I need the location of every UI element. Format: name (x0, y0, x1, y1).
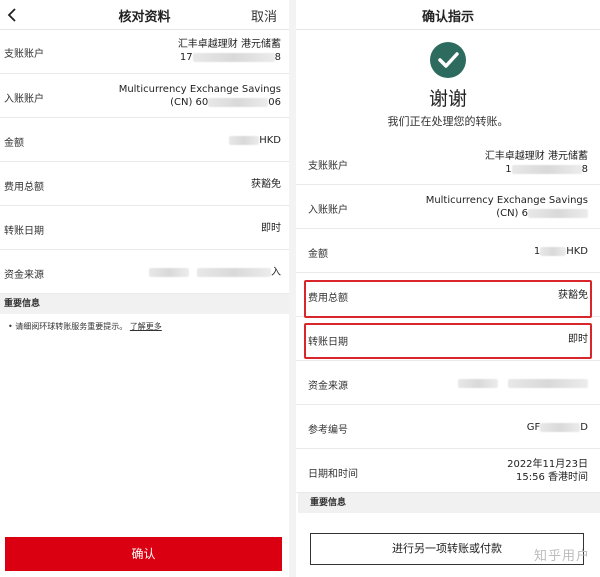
page-title: 确认指示 (421, 10, 474, 25)
top-bar: 确认指示 (296, 0, 600, 30)
credit-account-value: Multicurrency Exchange Savings (CN) 60 06 (118, 84, 281, 108)
row-label: 金额 (308, 249, 328, 260)
credit-account-value: Multicurrency Exchange Savings (CN) 6 (425, 195, 588, 219)
row-label: 支账账户 (308, 161, 348, 172)
important-info-header: 重要信息 (0, 294, 289, 314)
debit-account-value: 汇丰卓越理财 港元储蓄 17 8 (177, 39, 281, 63)
fee-value: 获豁免 (251, 179, 281, 190)
page-title: 核对资料 (118, 10, 171, 25)
masked-digits (511, 164, 582, 174)
debit-account-row: 支账账户 汇丰卓越理财 港元储蓄 18 (296, 141, 600, 185)
datetime-value: 2022年11月23日 15:56 香港时间 (507, 459, 588, 483)
masked-digits (528, 208, 588, 218)
reference-value: GF D (526, 422, 588, 433)
reference-row: 参考编号 GF D (296, 405, 600, 449)
important-info-header: 重要信息 (298, 493, 600, 513)
amount-row: 金额 HKD (0, 118, 289, 162)
row-label: 转账日期 (4, 226, 44, 237)
credit-account-row: 入账账户 Multicurrency Exchange Savings (CN)… (0, 74, 289, 118)
fee-highlight-box (304, 280, 592, 318)
masked-text (508, 378, 588, 388)
debit-account-value: 汇丰卓越理财 港元储蓄 18 (484, 151, 588, 175)
transfer-date-value: 即时 (261, 223, 281, 234)
datetime-row: 日期和时间 2022年11月23日 15:56 香港时间 (296, 449, 600, 493)
row-label: 日期和时间 (308, 469, 358, 480)
masked-amount (540, 246, 567, 256)
fund-source-row: 资金来源 (296, 361, 600, 405)
amount-value: 1 HKD (533, 246, 588, 257)
confirmation-screen: 确认指示 谢谢 我们正在处理您的转账。 支账账户 汇丰卓越理财 港元储蓄 18 … (296, 0, 600, 577)
fund-source-row: 资金来源 入 (0, 250, 289, 294)
amount-value: HKD (229, 134, 281, 147)
review-details-screen: 核对资料 取消 支账账户 汇丰卓越理财 港元储蓄 17 8 入账账户 Multic… (0, 0, 289, 577)
fund-source-value (458, 377, 588, 390)
panel-gap (289, 0, 296, 577)
thanks-heading: 谢谢 (428, 88, 467, 110)
date-highlight-box (304, 323, 592, 359)
watermark: 知乎用户 (533, 549, 590, 564)
row-label: 支账账户 (4, 49, 44, 60)
masked-text (458, 378, 498, 388)
row-label: 入账账户 (4, 94, 44, 105)
row-label: 金额 (4, 138, 24, 149)
debit-account-row: 支账账户 汇丰卓越理财 港元储蓄 17 8 (0, 30, 289, 74)
cancel-button[interactable]: 取消 (251, 6, 277, 25)
top-bar: 核对资料 取消 (0, 0, 289, 30)
row-label: 费用总额 (4, 182, 44, 193)
masked-digits (208, 97, 269, 107)
processing-message: 我们正在处理您的转账。 (387, 115, 509, 128)
masked-text (149, 267, 189, 277)
masked-amount (229, 135, 260, 145)
masked-text (197, 267, 271, 277)
row-label: 资金来源 (4, 270, 44, 281)
credit-account-row: 入账账户 Multicurrency Exchange Savings (CN)… (296, 185, 600, 229)
row-label: 入账账户 (308, 205, 348, 216)
transfer-date-row: 转账日期 即时 (0, 206, 289, 250)
row-label: 资金来源 (308, 381, 348, 392)
masked-digits (192, 52, 275, 62)
masked-reference (540, 422, 581, 432)
fund-source-value: 入 (149, 266, 281, 279)
learn-more-link[interactable]: 了解更多 (130, 322, 162, 331)
notice-item: • 请细阅环球转账服务重要提示。 了解更多 (8, 322, 162, 331)
row-label: 参考编号 (308, 425, 348, 436)
amount-row: 金额 1 HKD (296, 229, 600, 273)
confirm-button[interactable]: 确认 (5, 537, 282, 571)
checkmark-icon (430, 42, 466, 78)
fee-row: 费用总额 获豁免 (0, 162, 289, 206)
